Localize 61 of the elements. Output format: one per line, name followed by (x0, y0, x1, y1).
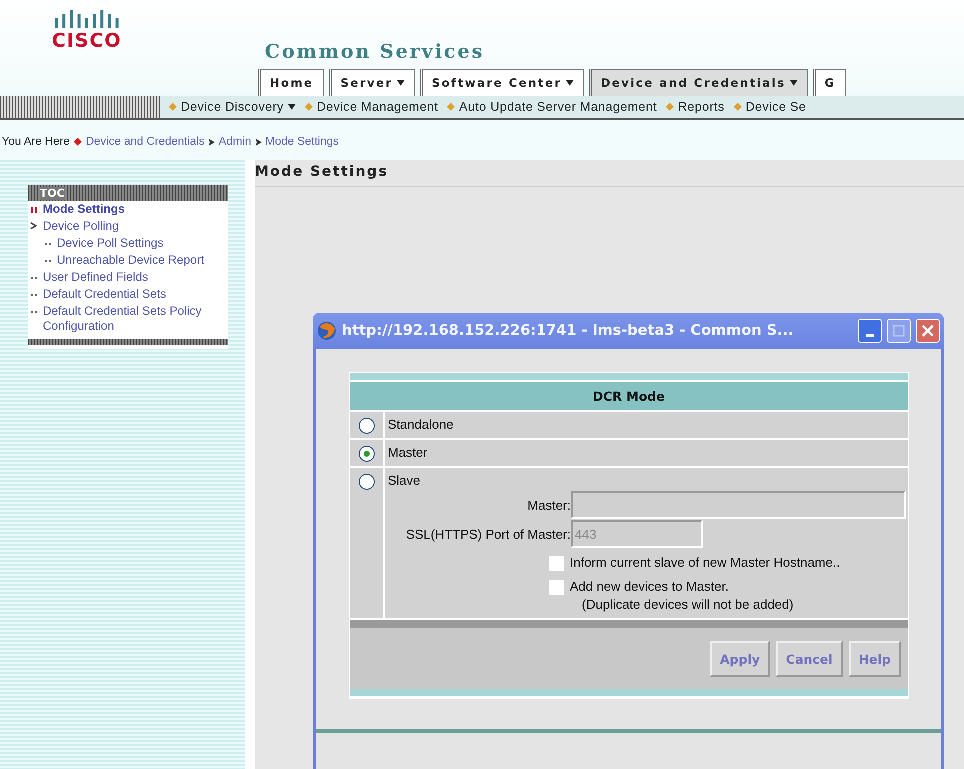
nav-tab[interactable]: Software Center (420, 69, 584, 96)
checkbox[interactable] (549, 580, 564, 595)
close-icon (922, 325, 934, 337)
subnav-link[interactable]: Reports (666, 100, 725, 114)
nav-tab[interactable]: Home (258, 69, 324, 96)
chevron-icon (30, 222, 38, 230)
radio-button[interactable] (358, 474, 374, 490)
toc-item[interactable]: Mode Settings (28, 201, 228, 218)
subnav-link[interactable]: Auto Update Server Management (447, 100, 658, 114)
minimize-button[interactable] (858, 319, 882, 343)
toc-item[interactable]: Unreachable Device Report (28, 252, 228, 269)
radio-label: Master (388, 444, 429, 462)
checkbox-label: Add new devices to Master. (570, 579, 729, 594)
window-title: http://192.168.152.226:1741 - lms-beta3 - Common S... (342, 323, 795, 339)
nav-tab[interactable]: Device and Credentials (588, 69, 808, 96)
browser-icon (317, 321, 337, 341)
chevron-icon (256, 138, 262, 146)
toc-item[interactable]: Default Credential Sets Policy Configuration (28, 303, 228, 335)
field-label: Master: (526, 498, 571, 512)
bullet-icon (169, 103, 177, 111)
toc-item[interactable]: Default Credential Sets (28, 286, 228, 303)
app-title: Common Services (265, 41, 485, 63)
nav-tab[interactable]: Server (328, 69, 416, 96)
breadcrumb-link[interactable]: Admin (218, 136, 252, 148)
radio-label: Standalone (388, 416, 455, 434)
bullet-icon (304, 103, 313, 111)
caret-icon (397, 80, 406, 86)
logo-bars-icon (52, 8, 122, 28)
bullet-icon (30, 206, 38, 214)
toc-item[interactable]: Device Polling (28, 218, 228, 235)
maximize-icon (893, 325, 905, 337)
subnav-link[interactable]: Device Discovery (169, 100, 296, 114)
subnav-link[interactable]: Device Management (304, 100, 438, 114)
minimize-icon (866, 334, 874, 336)
radio-button[interactable] (358, 418, 374, 434)
maximize-button[interactable] (887, 319, 911, 343)
chevron-icon (208, 138, 215, 146)
checkbox[interactable] (549, 556, 564, 571)
toc-title: TOC (40, 186, 65, 200)
radio-button[interactable] (358, 446, 374, 462)
nav-tab[interactable]: G (812, 69, 846, 96)
caret-icon (288, 104, 296, 110)
bullet-icon (666, 103, 674, 111)
caret-icon (566, 80, 574, 86)
bullet-icon (74, 138, 82, 146)
bullet-icon (447, 103, 456, 111)
breadcrumb-label: You Are Here (2, 136, 70, 148)
subnav-link[interactable]: Device Se (734, 100, 806, 114)
section-heading: DCR Mode (350, 382, 908, 412)
breadcrumb-link[interactable]: Mode Settings (266, 136, 340, 148)
breadcrumb-link[interactable]: Device and Credentials (86, 136, 205, 148)
toc-item[interactable]: User Defined Fields (28, 269, 228, 286)
field-label: SSL(HTTPS) Port of Master: (405, 526, 571, 542)
checkbox-label: Inform current slave of new Master Hostname.. (570, 555, 840, 570)
close-button[interactable] (916, 319, 940, 343)
bullet-icon (734, 103, 742, 111)
brand-logo: CISCO (52, 30, 122, 52)
caret-icon (790, 80, 798, 86)
option-note: (Duplicate devices will not be added) (582, 596, 794, 614)
radio-label: Slave (388, 472, 422, 490)
toc-item[interactable]: Device Poll Settings (28, 235, 228, 252)
